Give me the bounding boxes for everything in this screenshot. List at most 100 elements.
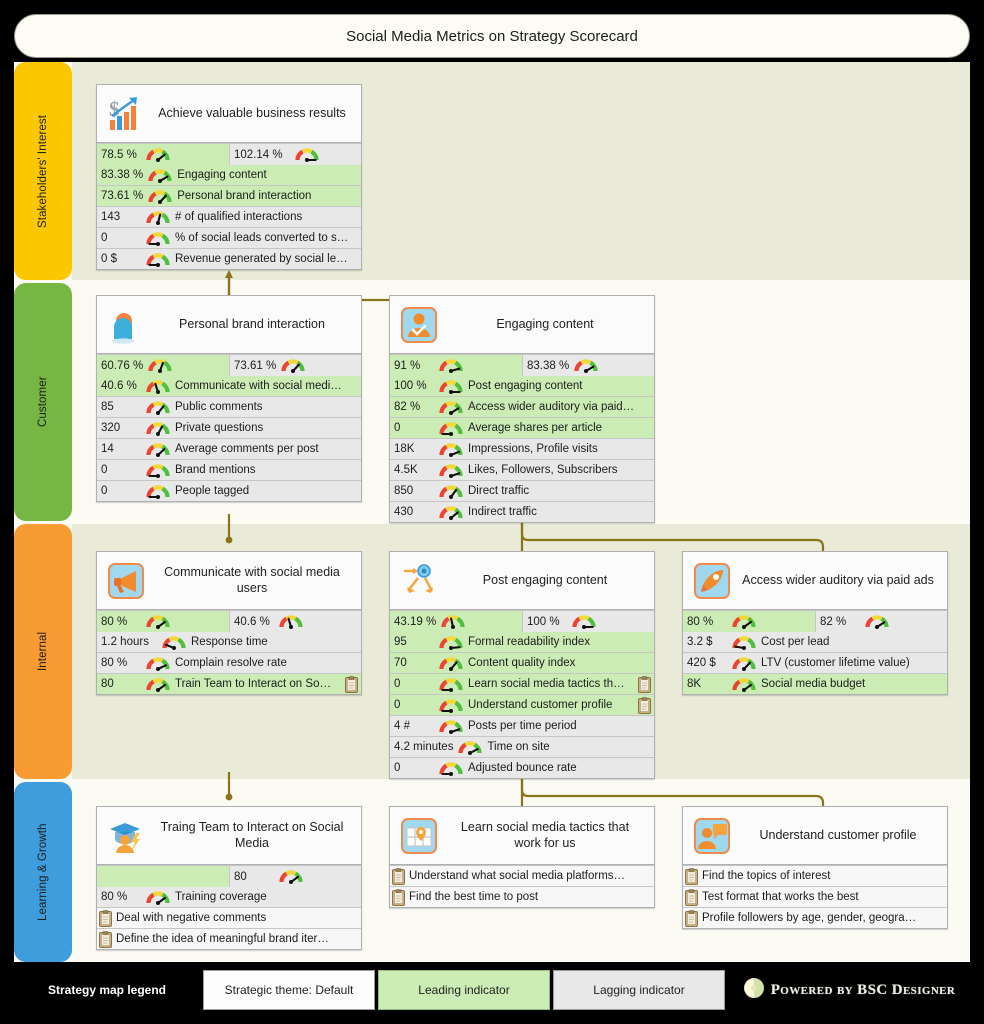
metric-row[interactable]: 80 % Complain resolve rate: [97, 652, 361, 673]
metric-label: Revenue generated by social le…: [175, 253, 348, 265]
metric-row[interactable]: 420 $ LTV (customer lifetime value): [683, 652, 947, 673]
initiative-row[interactable]: Find the topics of interest: [683, 865, 947, 886]
initiative-row[interactable]: Find the best time to post: [390, 886, 654, 907]
map-pin-icon: [398, 815, 440, 857]
metric-row[interactable]: 143 # of qualified interactions: [97, 206, 361, 227]
gauge-icon: [731, 614, 757, 629]
metric-row[interactable]: 0 % of social leads converted to s…: [97, 227, 361, 248]
metric-value: 0: [101, 232, 108, 244]
card-achieve-valuable-business-results[interactable]: $ Achieve valuable business results 78.5…: [96, 84, 362, 270]
kpi-lagging[interactable]: 40.6 %: [229, 611, 361, 632]
initiative-label: Profile followers by age, gender, geogra…: [702, 912, 917, 924]
gauge-icon: [145, 463, 171, 478]
gauge-icon: [438, 656, 464, 671]
metric-value: 14: [101, 443, 114, 455]
gauge-icon: [147, 189, 173, 204]
metric-row[interactable]: 85 Public comments: [97, 396, 361, 417]
metric-row[interactable]: 0 $ Revenue generated by social le…: [97, 248, 361, 269]
kpi-lagging[interactable]: 100 %: [522, 611, 654, 632]
metric-row[interactable]: 0 Understand customer profile: [390, 694, 654, 715]
card-post-engaging-content[interactable]: Post engaging content 43.19 % 100 % 95 F…: [389, 551, 655, 779]
metric-row[interactable]: 1.2 hours Response time: [97, 631, 361, 652]
metric-row[interactable]: 4 # Posts per time period: [390, 715, 654, 736]
initiative-row[interactable]: Deal with negative comments: [97, 907, 361, 928]
kpi-value: 82 %: [820, 615, 847, 628]
brand-text: Powered by BSC Designer: [770, 981, 956, 998]
gauge-icon: [145, 379, 171, 394]
metric-value: 420 $: [687, 657, 716, 669]
metric-value: 0 $: [101, 253, 117, 265]
card-title: Traing Team to Interact on Social Media: [160, 819, 344, 850]
kpi-leading[interactable]: 43.19 %: [390, 611, 522, 632]
legend-strategic-theme[interactable]: Strategic theme: Default: [203, 970, 375, 1010]
initiative-label: Find the topics of interest: [702, 870, 831, 882]
card-train-team-to-interact-on-social-media[interactable]: Traing Team to Interact on Social Media …: [96, 806, 362, 950]
metric-label: Train Team to Interact on So…: [175, 678, 331, 690]
kpi-leading[interactable]: 80 %: [97, 611, 229, 632]
metric-row[interactable]: 0 Adjusted bounce rate: [390, 757, 654, 778]
gauge-icon: [294, 147, 320, 162]
metric-row[interactable]: 18K Impressions, Profile visits: [390, 438, 654, 459]
kpi-lagging[interactable]: 83.38 %: [522, 355, 654, 376]
metric-row[interactable]: 0 Learn social media tactics th…: [390, 673, 654, 694]
gauge-icon: [438, 677, 464, 692]
metric-row[interactable]: 100 % Post engaging content: [390, 375, 654, 396]
card-header: Post engaging content: [390, 552, 654, 610]
kpi-lagging[interactable]: 102.14 %: [229, 144, 361, 165]
kpi-leading[interactable]: 80 %: [683, 611, 815, 632]
card-personal-brand-interaction[interactable]: Personal brand interaction 60.76 % 73.61…: [96, 295, 362, 502]
card-access-wider-auditory-via-paid-ads[interactable]: Access wider auditory via paid ads 80 % …: [682, 551, 948, 695]
gauge-icon: [145, 400, 171, 415]
metric-row[interactable]: 80 % Training coverage: [97, 886, 361, 907]
initiative-icon: [392, 888, 405, 906]
card-understand-customer-profile[interactable]: Understand customer profile Find the top…: [682, 806, 948, 929]
card-header: $ Achieve valuable business results: [97, 85, 361, 143]
kpi-leading[interactable]: [97, 866, 229, 887]
metric-row[interactable]: 0 People tagged: [97, 480, 361, 501]
kpi-lagging[interactable]: 80: [229, 866, 361, 887]
initiative-icon: [345, 675, 358, 693]
initiative-icon: [392, 867, 405, 885]
metric-row[interactable]: 73.61 % Personal brand interaction: [97, 185, 361, 206]
initiative-row[interactable]: Understand what social media platforms…: [390, 865, 654, 886]
metric-row[interactable]: 95 Formal readability index: [390, 631, 654, 652]
kpi-leading[interactable]: 91 %: [390, 355, 522, 376]
person-chat-icon: [691, 815, 733, 857]
metric-row[interactable]: 3.2 $ Cost per lead: [683, 631, 947, 652]
metric-row[interactable]: 0 Brand mentions: [97, 459, 361, 480]
gauge-icon: [438, 463, 464, 478]
kpi-pair: 91 % 83.38 %: [390, 354, 654, 376]
card-learn-social-media-tactics[interactable]: Learn social media tactics that work for…: [389, 806, 655, 908]
initiative-row[interactable]: Profile followers by age, gender, geogra…: [683, 907, 947, 928]
legend-leading-indicator[interactable]: Leading indicator: [378, 970, 550, 1010]
metric-row[interactable]: 40.6 % Communicate with social medi…: [97, 375, 361, 396]
metric-row[interactable]: 80 Train Team to Interact on So…: [97, 673, 361, 694]
metric-row[interactable]: 70 Content quality index: [390, 652, 654, 673]
metric-row[interactable]: 320 Private questions: [97, 417, 361, 438]
metric-label: Average comments per post: [175, 443, 319, 455]
gauge-icon: [145, 421, 171, 436]
card-engaging-content[interactable]: Engaging content 91 % 83.38 % 100 % Post…: [389, 295, 655, 523]
gauge-icon: [457, 740, 483, 755]
metric-row[interactable]: 430 Indirect traffic: [390, 501, 654, 522]
legend-bar: Strategy map legend Strategic theme: Def…: [14, 970, 970, 1010]
card-communicate-with-social-media-users[interactable]: Communicate with social media users 80 %…: [96, 551, 362, 695]
kpi-lagging[interactable]: 82 %: [815, 611, 947, 632]
initiative-row[interactable]: Define the idea of meaningful brand iter…: [97, 928, 361, 949]
kpi-leading[interactable]: 60.76 %: [97, 355, 229, 376]
legend-lagging-indicator[interactable]: Lagging indicator: [553, 970, 725, 1010]
card-header: Access wider auditory via paid ads: [683, 552, 947, 610]
metric-row[interactable]: 83.38 % Engaging content: [97, 164, 361, 185]
metric-row[interactable]: 14 Average comments per post: [97, 438, 361, 459]
metric-row[interactable]: 82 % Access wider auditory via paid…: [390, 396, 654, 417]
metric-row[interactable]: 0 Average shares per article: [390, 417, 654, 438]
kpi-leading[interactable]: 78.5 %: [97, 144, 229, 165]
metric-row[interactable]: 8K Social media budget: [683, 673, 947, 694]
kpi-lagging[interactable]: 73.61 %: [229, 355, 361, 376]
metric-label: Public comments: [175, 401, 263, 413]
metric-row[interactable]: 4.5K Likes, Followers, Subscribers: [390, 459, 654, 480]
initiative-row[interactable]: Test format that works the best: [683, 886, 947, 907]
metric-value: 85: [101, 401, 114, 413]
metric-row[interactable]: 850 Direct traffic: [390, 480, 654, 501]
metric-row[interactable]: 4.2 minutes Time on site: [390, 736, 654, 757]
